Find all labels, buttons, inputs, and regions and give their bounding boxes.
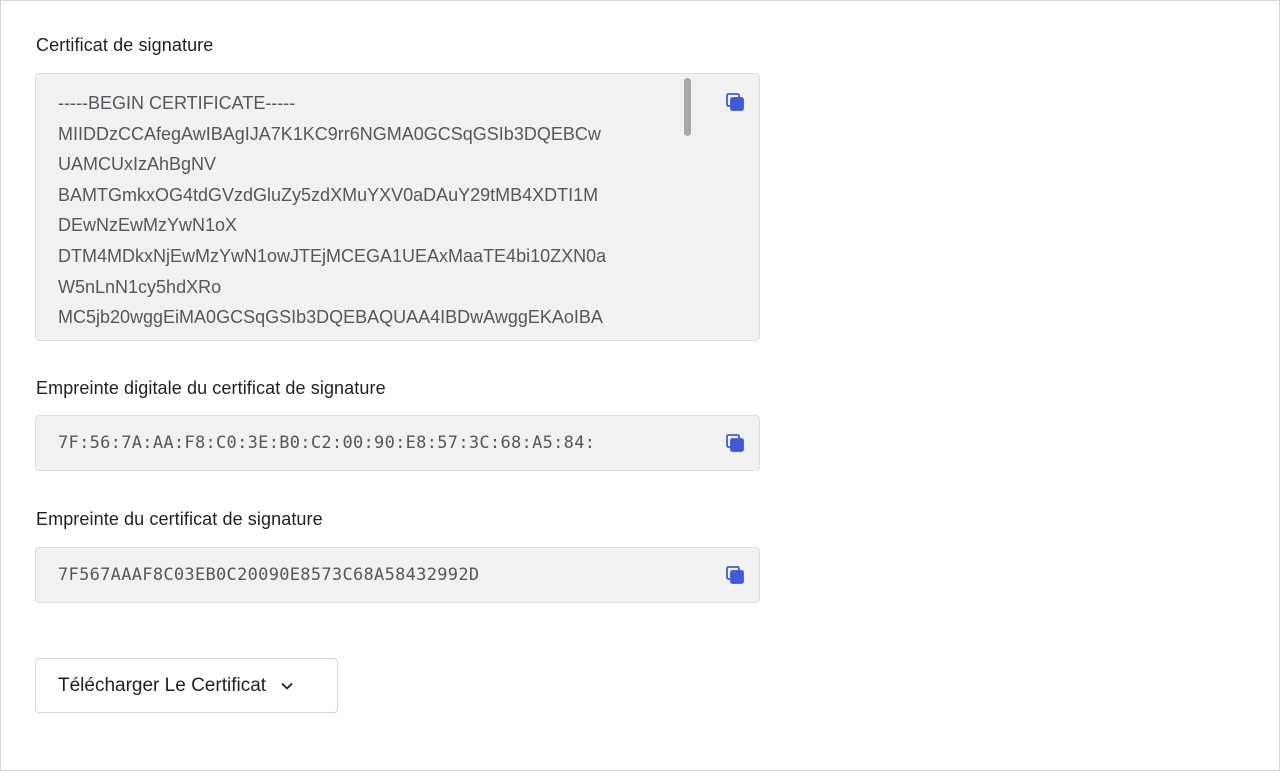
copy-icon bbox=[726, 434, 744, 452]
certificate-value: -----BEGIN CERTIFICATE----- MIIDDzCCAfeg… bbox=[58, 93, 607, 340]
fingerprint-label: Empreinte digitale du certificat de sign… bbox=[36, 378, 386, 398]
copy-thumbprint-button[interactable] bbox=[722, 562, 748, 588]
settings-panel: Certificat de signature -----BEGIN CERTI… bbox=[0, 0, 1280, 771]
copy-icon bbox=[726, 93, 744, 111]
certificate-scrollbar-thumb[interactable] bbox=[684, 78, 691, 136]
certificate-label: Certificat de signature bbox=[36, 35, 214, 55]
thumbprint-field[interactable]: 7F567AAAF8C03EB0C20090E8573C68A58432992D bbox=[35, 547, 760, 603]
download-certificate-button[interactable]: Télécharger Le Certificat bbox=[35, 658, 338, 713]
fingerprint-value: 7F:56:7A:AA:F8:C0:3E:B0:C2:00:90:E8:57:3… bbox=[58, 433, 596, 453]
copy-fingerprint-button[interactable] bbox=[722, 430, 748, 456]
download-certificate-label: Télécharger Le Certificat bbox=[58, 674, 267, 696]
thumbprint-value: 7F567AAAF8C03EB0C20090E8573C68A58432992D bbox=[58, 565, 480, 585]
copy-certificate-button[interactable] bbox=[722, 89, 748, 115]
certificate-textarea[interactable]: -----BEGIN CERTIFICATE----- MIIDDzCCAfeg… bbox=[35, 73, 760, 341]
copy-icon bbox=[726, 566, 744, 584]
thumbprint-label: Empreinte du certificat de signature bbox=[36, 509, 323, 529]
fingerprint-field[interactable]: 7F:56:7A:AA:F8:C0:3E:B0:C2:00:90:E8:57:3… bbox=[35, 415, 760, 471]
chevron-down-icon bbox=[280, 679, 294, 693]
